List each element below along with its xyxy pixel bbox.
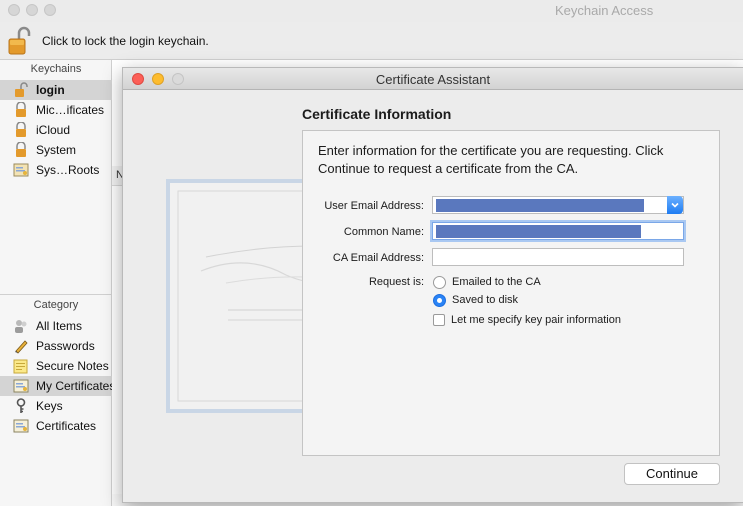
minimize-button[interactable] xyxy=(26,4,38,16)
note-icon xyxy=(12,358,29,375)
checkbox[interactable] xyxy=(433,314,445,326)
dialog-title: Certificate Assistant xyxy=(375,72,491,87)
main-titlebar: Keychain Access xyxy=(0,0,743,22)
checkbox-label: Let me specify key pair information xyxy=(451,314,621,326)
radio-button[interactable] xyxy=(433,275,446,289)
lock-open-icon xyxy=(12,82,29,99)
radio-saved-to-disk[interactable]: Saved to disk xyxy=(433,292,518,308)
sidebar-item-label: Mic…ificates xyxy=(36,103,105,117)
radio-emailed-to-ca[interactable]: Emailed to the CA xyxy=(433,274,541,290)
sidebar-item-microsoft-certificates[interactable]: Mic…ificates xyxy=(0,100,112,120)
request-label: Request is: xyxy=(368,276,424,288)
certificate-icon xyxy=(12,378,29,395)
cert-folder-icon xyxy=(12,162,29,179)
pencil-icon xyxy=(12,338,29,355)
certificate-info-form: Enter information for the certificate yo… xyxy=(302,130,720,456)
ca-email-label: CA Email Address: xyxy=(332,252,424,264)
redacted-value xyxy=(436,225,641,238)
sidebar-item-secure-notes[interactable]: Secure Notes xyxy=(0,356,112,376)
sidebar-item-label: Certificates xyxy=(36,419,97,433)
sidebar-item-label: Passwords xyxy=(36,339,95,353)
dialog-titlebar: Certificate Assistant xyxy=(123,68,743,90)
common-name-label: Common Name: xyxy=(343,226,424,238)
keychains-header: Keychains xyxy=(30,63,82,75)
sidebar-item-label: All Items xyxy=(36,319,83,333)
certificate-assistant-window: Certificate Assistant Certificate Inform… xyxy=(122,67,743,503)
section-title: Certificate Information xyxy=(302,106,452,122)
sidebar-item-icloud[interactable]: iCloud xyxy=(0,120,112,140)
category-header: Category xyxy=(33,299,79,311)
sidebar-item-label: Keys xyxy=(36,399,63,413)
instructions-text: Enter information for the certificate yo… xyxy=(318,143,664,176)
toolbar: Click to lock the login keychain. xyxy=(0,22,743,60)
sidebar-item-label: Secure Notes xyxy=(36,359,109,373)
sidebar-divider xyxy=(0,294,112,295)
continue-button[interactable]: Continue xyxy=(624,463,720,485)
ca-email-field[interactable] xyxy=(432,248,684,266)
common-name-field[interactable] xyxy=(432,222,684,240)
user-email-popup[interactable] xyxy=(432,196,684,214)
sidebar-item-system-roots[interactable]: Sys…Roots xyxy=(0,160,112,180)
sidebar-item-all-items[interactable]: All Items xyxy=(0,316,112,336)
sidebar-item-passwords[interactable]: Passwords xyxy=(0,336,112,356)
sidebar-item-my-certificates[interactable]: My Certificates xyxy=(0,376,112,396)
window-title: Keychain Access xyxy=(555,3,654,18)
certificate-icon xyxy=(12,418,29,435)
chevron-down-icon xyxy=(667,196,683,214)
sidebar-item-label: System xyxy=(36,143,77,157)
sidebar-item-label: Sys…Roots xyxy=(36,163,100,177)
sidebar: Keychains login Mic…ificates iCloud Syst… xyxy=(0,60,112,506)
lock-icon xyxy=(12,102,29,119)
zoom-button[interactable] xyxy=(44,4,56,16)
user-email-label: User Email Address: xyxy=(324,200,424,212)
checkbox-key-pair[interactable]: Let me specify key pair information xyxy=(433,312,621,328)
people-icon xyxy=(12,318,29,335)
sidebar-item-keys[interactable]: Keys xyxy=(0,396,112,416)
sidebar-item-system[interactable]: System xyxy=(0,140,112,160)
radio-label: Saved to disk xyxy=(452,294,519,306)
lock-status-label: Click to lock the login keychain. xyxy=(42,34,209,48)
key-icon xyxy=(12,398,29,415)
sidebar-item-login[interactable]: login xyxy=(0,80,112,100)
redacted-value xyxy=(436,199,644,212)
lock-icon xyxy=(12,122,29,139)
sidebar-item-certificates[interactable]: Certificates xyxy=(0,416,112,436)
lock-icon xyxy=(12,142,29,159)
sidebar-item-label: My Certificates xyxy=(36,379,112,393)
close-button[interactable] xyxy=(8,4,20,16)
radio-label: Emailed to the CA xyxy=(452,276,541,288)
sidebar-item-label: iCloud xyxy=(36,123,71,137)
radio-button-selected[interactable] xyxy=(433,293,446,307)
lock-open-icon[interactable] xyxy=(7,26,33,56)
sidebar-item-label: login xyxy=(36,83,65,97)
